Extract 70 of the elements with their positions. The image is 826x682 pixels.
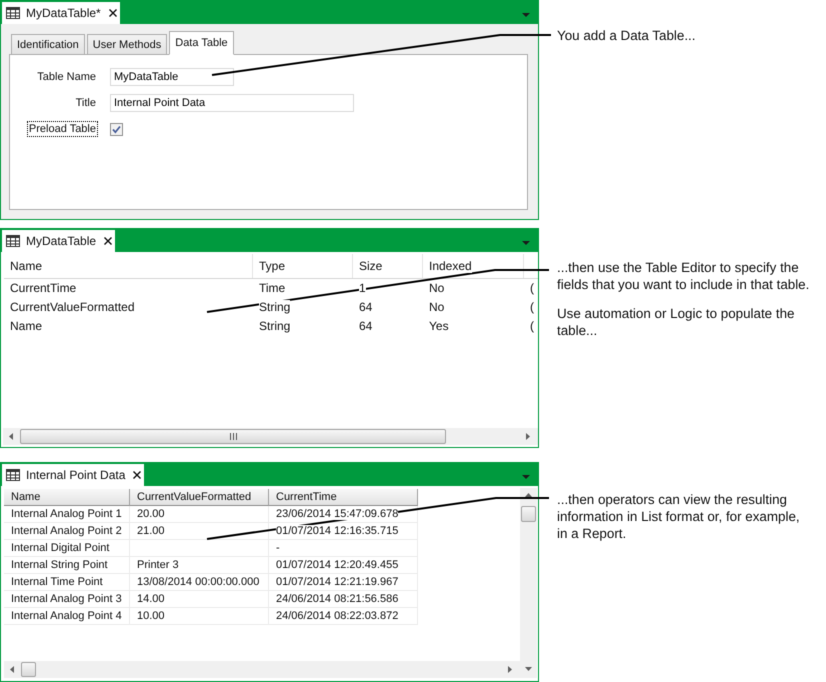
table-cell-text: ( bbox=[529, 299, 535, 316]
scroll-up-icon[interactable] bbox=[525, 493, 532, 497]
table-cell: 24/06/2014 08:22:03.872 bbox=[269, 608, 418, 625]
scrollbar-thumb[interactable] bbox=[21, 662, 36, 677]
close-icon[interactable] bbox=[133, 471, 142, 479]
table-grid-icon bbox=[6, 469, 20, 481]
dropdown-arrow-icon[interactable] bbox=[522, 13, 530, 17]
table-cell: 24/06/2014 08:21:56.586 bbox=[269, 591, 418, 608]
text-field[interactable]: MyDataTable bbox=[110, 68, 234, 86]
annotation-text: ...then use the Table Editor to specify the fields that you want to include in that table. bbox=[557, 259, 810, 293]
scroll-right-icon[interactable] bbox=[526, 433, 530, 440]
table-cell: Internal Time Point bbox=[4, 574, 130, 591]
table-cell: 23/06/2014 15:47:09.678 bbox=[269, 506, 418, 523]
scrollbar-thumb[interactable] bbox=[20, 429, 446, 444]
column-header[interactable]: Size bbox=[353, 254, 423, 278]
column-header[interactable]: CurrentTime bbox=[269, 489, 418, 506]
table-cell-text: ( bbox=[529, 318, 535, 335]
table-cell: 10.00 bbox=[130, 608, 269, 625]
annotation-text: ...then operators can view the resulting information in List format or, for example, in a Report. bbox=[557, 491, 801, 542]
table-cell: Internal Analog Point 1 bbox=[4, 506, 130, 523]
table-cell: Printer 3 bbox=[130, 557, 269, 574]
table-cell: Internal Analog Point 2 bbox=[4, 523, 130, 540]
field-label: Title bbox=[74, 96, 97, 111]
tab[interactable]: Identification bbox=[11, 34, 85, 55]
scroll-left-icon[interactable] bbox=[9, 433, 13, 440]
checkbox[interactable] bbox=[110, 122, 123, 136]
column-header[interactable]: Type bbox=[253, 254, 353, 278]
column-header[interactable]: Name bbox=[4, 254, 253, 278]
table-cell-text: String bbox=[258, 318, 292, 335]
table-grid-icon bbox=[6, 235, 20, 247]
tab[interactable]: User Methods bbox=[86, 34, 168, 55]
dropdown-arrow-icon[interactable] bbox=[522, 241, 530, 245]
document-tab[interactable]: MyDataTable bbox=[2, 230, 116, 252]
grip-icon bbox=[230, 433, 236, 440]
column-header[interactable]: Indexed bbox=[423, 254, 524, 278]
scroll-right-icon[interactable] bbox=[508, 666, 512, 673]
tab[interactable]: Data Table bbox=[169, 31, 234, 55]
table-cell-text: ( bbox=[529, 280, 535, 297]
document-tab[interactable]: Internal Point Data bbox=[2, 464, 144, 486]
dropdown-arrow-icon[interactable] bbox=[522, 475, 530, 479]
table-grid-icon bbox=[6, 7, 20, 19]
scrollbar-thumb[interactable] bbox=[521, 506, 536, 522]
annotation-text: Use automation or Logic to populate the table... bbox=[557, 305, 796, 339]
column-header[interactable]: Name bbox=[4, 489, 130, 506]
document-tab[interactable]: MyDataTable* bbox=[2, 2, 120, 24]
table-cell: Internal Analog Point 4 bbox=[4, 608, 130, 625]
scroll-left-icon[interactable] bbox=[10, 666, 14, 673]
table-cell: 01/07/2014 12:21:19.967 bbox=[269, 574, 418, 591]
table-cell: Internal Digital Point bbox=[4, 540, 130, 557]
table-cell: Internal Analog Point 3 bbox=[4, 591, 130, 608]
table-cell: Internal String Point bbox=[4, 557, 130, 574]
horizontal-scrollbar[interactable] bbox=[4, 661, 520, 678]
table-cell: 14.00 bbox=[130, 591, 269, 608]
close-icon[interactable] bbox=[108, 9, 117, 17]
column-header[interactable]: CurrentValueFormatted bbox=[130, 489, 269, 506]
field-label: Table Name bbox=[36, 70, 97, 85]
field-label: Preload Table bbox=[26, 121, 98, 137]
table-cell: 20.00 bbox=[130, 506, 269, 523]
table-cell: - bbox=[269, 540, 418, 557]
table-cell-text: String bbox=[258, 299, 292, 316]
vertical-scrollbar[interactable] bbox=[520, 488, 537, 678]
annotation-text: You add a Data Table... bbox=[557, 27, 696, 44]
close-icon[interactable] bbox=[104, 237, 112, 245]
table-cell: 13/08/2014 00:00:00.000 bbox=[130, 574, 269, 591]
scroll-down-icon[interactable] bbox=[525, 667, 532, 671]
horizontal-scrollbar[interactable] bbox=[3, 428, 538, 445]
table-cell: 01/07/2014 12:16:35.715 bbox=[269, 523, 418, 540]
text-field[interactable]: Internal Point Data bbox=[110, 94, 354, 112]
table-cell: 01/07/2014 12:20:49.455 bbox=[269, 557, 418, 574]
table-cell: 21.00 bbox=[130, 523, 269, 540]
